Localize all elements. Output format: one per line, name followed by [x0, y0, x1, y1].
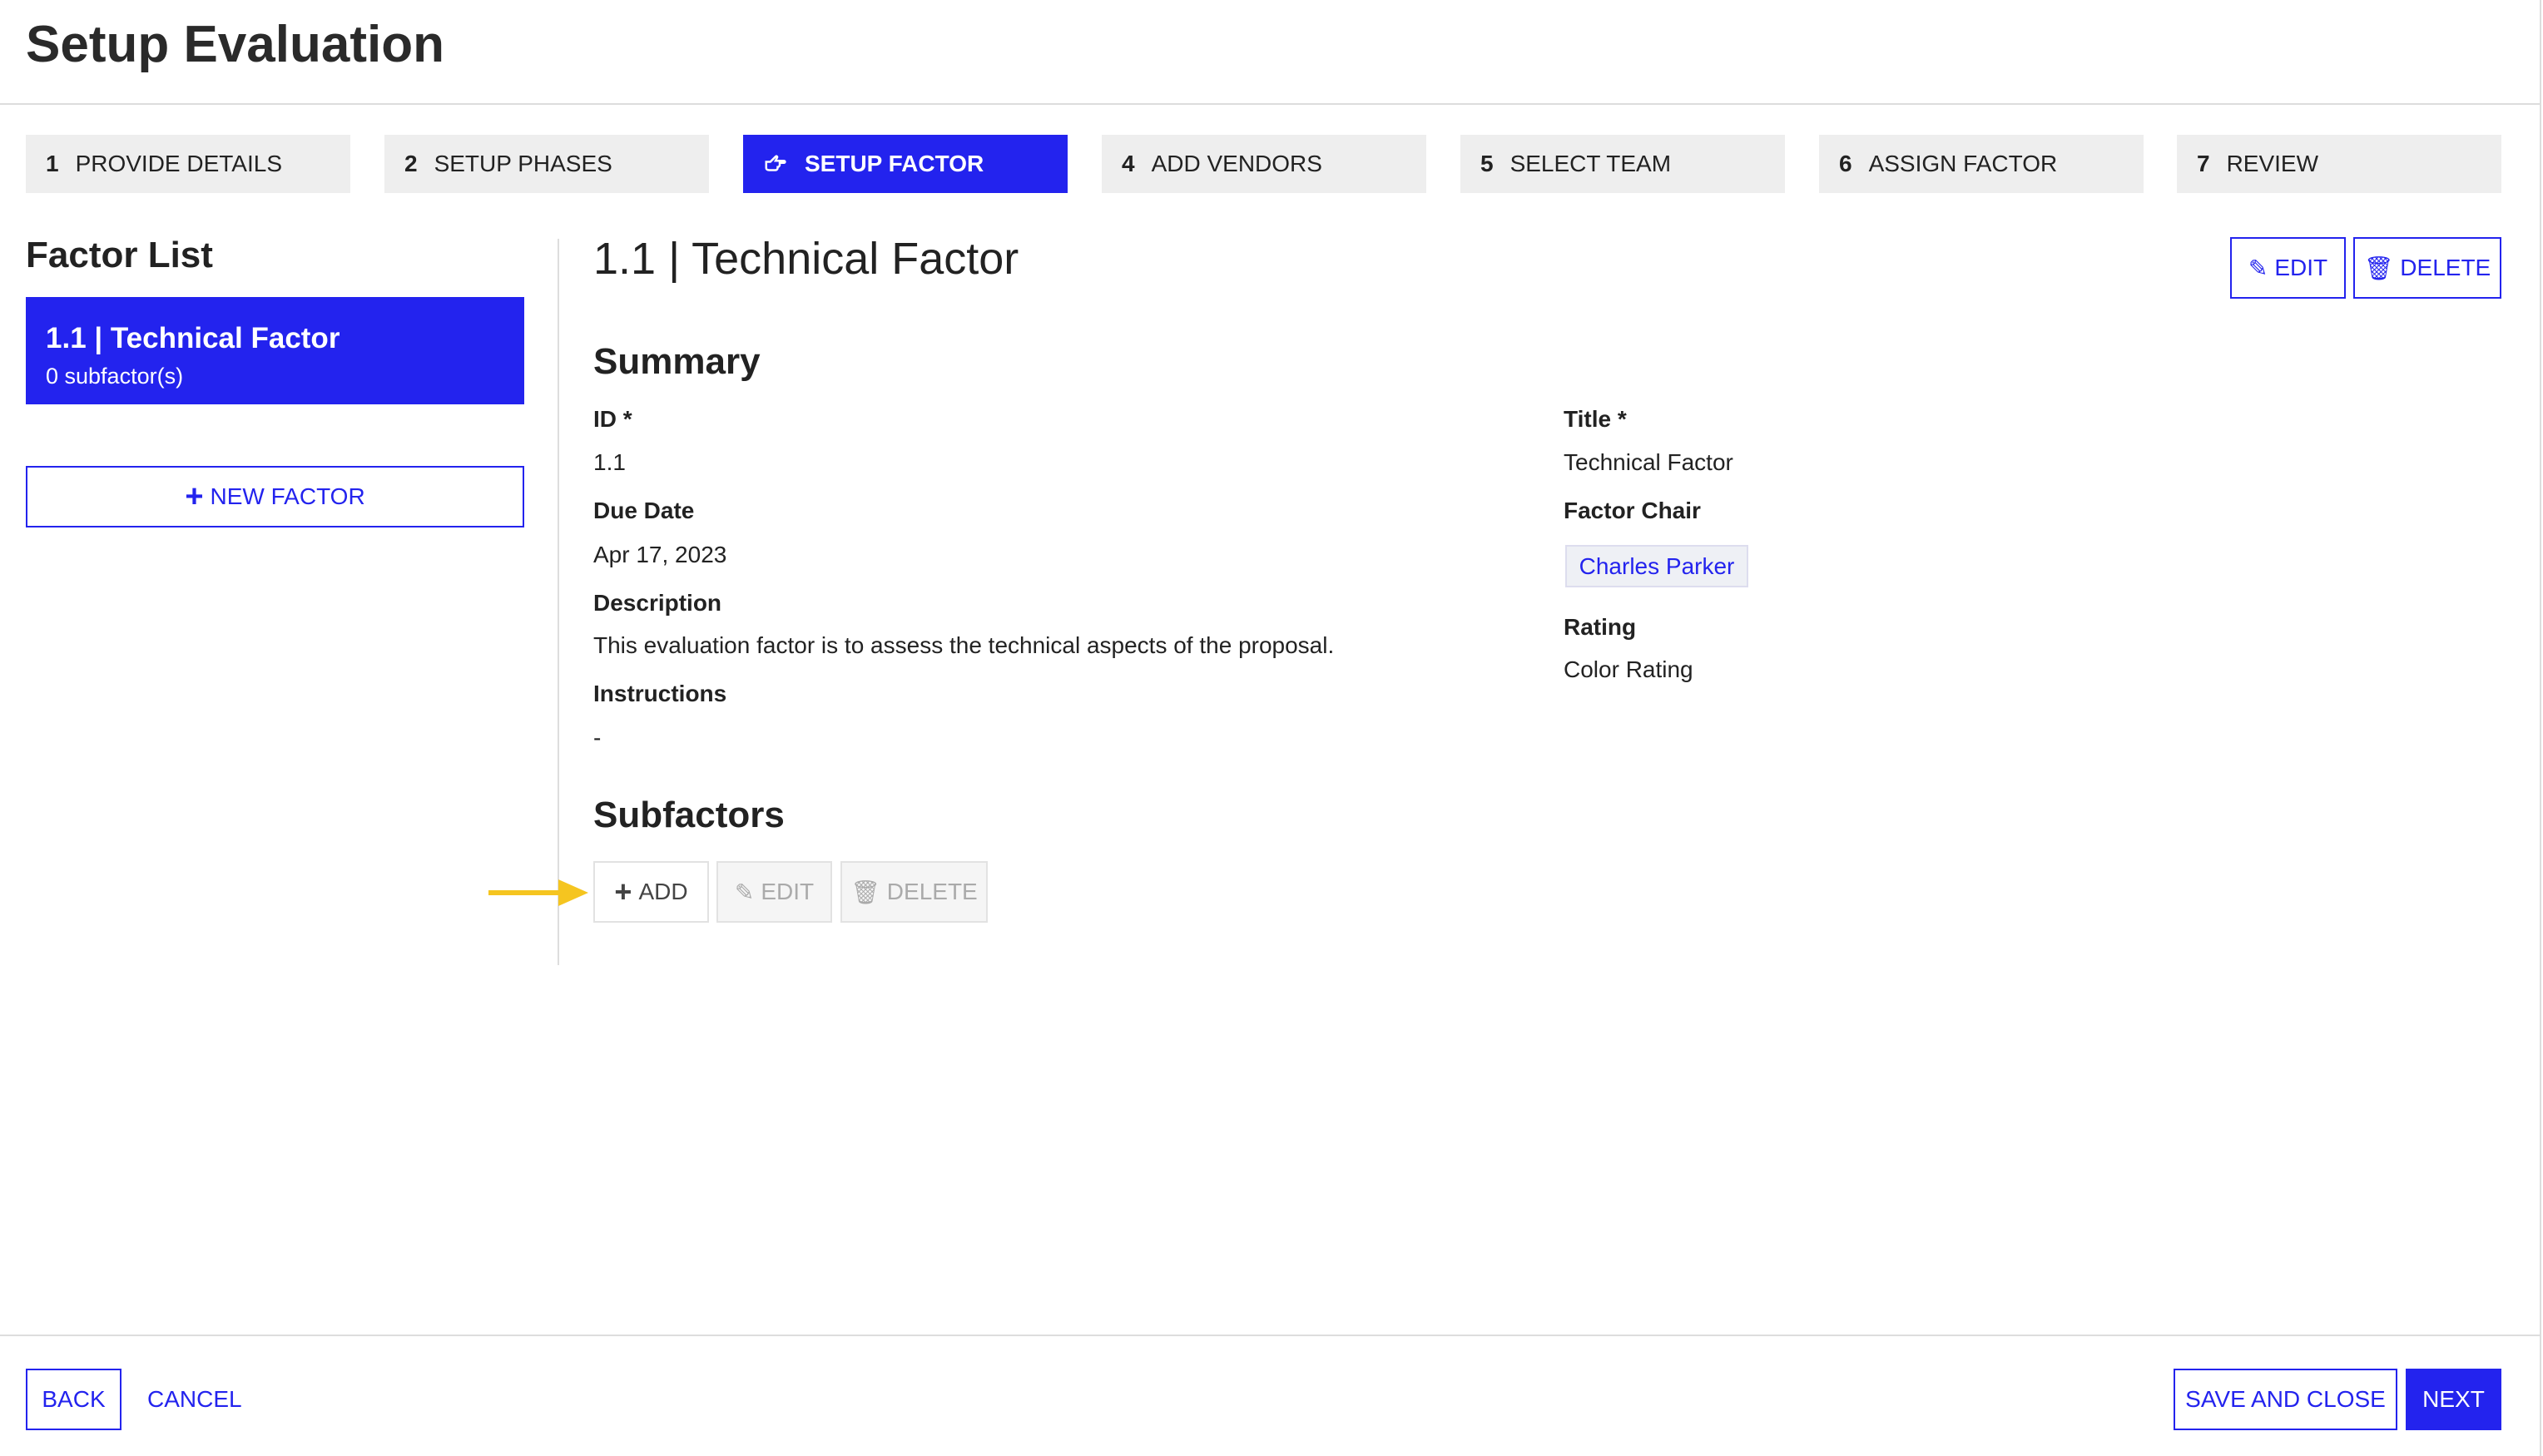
pencil-icon: ✎	[2248, 255, 2268, 281]
id-label: ID *	[593, 406, 632, 432]
rating-value: Color Rating	[1564, 656, 1693, 682]
factor-title: 1.1 | Technical Factor	[593, 234, 1019, 284]
step-select-team[interactable]: 5 SELECT TEAM	[1460, 135, 1785, 193]
step-label: SETUP FACTOR	[805, 151, 984, 176]
add-subfactor-button[interactable]: + ADD	[593, 861, 709, 923]
summary-heading: Summary	[593, 341, 761, 382]
step-number: 5	[1480, 151, 1494, 176]
next-button[interactable]: NEXT	[2406, 1369, 2501, 1430]
due-date-label: Due Date	[593, 498, 695, 523]
window-edge	[2540, 0, 2541, 1456]
step-label: SELECT TEAM	[1509, 151, 1672, 176]
hand-point-right-icon	[765, 155, 786, 171]
delete-factor-button[interactable]: 🗑 DELETE	[2353, 237, 2501, 299]
edit-subfactor-button[interactable]: ✎ EDIT	[716, 861, 832, 923]
plus-icon: +	[185, 478, 204, 514]
step-number: 2	[404, 151, 418, 176]
factor-item-title: 1.1 | Technical Factor	[46, 322, 340, 354]
trash-icon: 🗑	[2363, 255, 2394, 281]
new-factor-label: NEW FACTOR	[210, 483, 365, 509]
cancel-button[interactable]: CANCEL	[147, 1386, 242, 1413]
step-label: REVIEW	[2226, 151, 2319, 176]
factor-list-heading: Factor List	[26, 235, 213, 275]
step-number: 4	[1122, 151, 1135, 176]
step-assign-factor[interactable]: 6 ASSIGN FACTOR	[1819, 135, 2144, 193]
step-number: 6	[1839, 151, 1852, 176]
header-divider	[0, 103, 2540, 105]
pencil-icon: ✎	[734, 879, 755, 905]
new-factor-button[interactable]: + NEW FACTOR	[26, 466, 524, 527]
step-setup-factor[interactable]: SETUP FACTOR	[743, 135, 1068, 193]
step-setup-phases[interactable]: 2 SETUP PHASES	[384, 135, 709, 193]
step-label: SETUP PHASES	[434, 151, 612, 176]
footer-divider	[0, 1335, 2540, 1336]
add-label: ADD	[638, 879, 688, 904]
description-value: This evaluation factor is to assess the …	[593, 632, 1335, 658]
factor-chair-chip[interactable]: Charles Parker	[1565, 545, 1748, 587]
description-label: Description	[593, 590, 722, 616]
edit-label: EDIT	[761, 879, 815, 904]
step-review[interactable]: 7 REVIEW	[2177, 135, 2501, 193]
delete-label: DELETE	[886, 879, 978, 904]
save-and-close-button[interactable]: SAVE AND CLOSE	[2174, 1369, 2397, 1430]
subfactors-heading: Subfactors	[593, 795, 785, 835]
id-value: 1.1	[593, 449, 626, 475]
factor-chair-label: Factor Chair	[1564, 498, 1701, 523]
step-provide-details[interactable]: 1 PROVIDE DETAILS	[26, 135, 350, 193]
delete-label: DELETE	[2400, 255, 2491, 280]
factor-list-item[interactable]: 1.1 | Technical Factor 0 subfactor(s)	[26, 297, 524, 404]
step-label: PROVIDE DETAILS	[75, 151, 283, 176]
title-label: Title *	[1564, 406, 1627, 432]
step-number: 1	[46, 151, 59, 176]
title-value: Technical Factor	[1564, 449, 1733, 475]
step-label: ASSIGN FACTOR	[1868, 151, 2058, 176]
step-number: 7	[2197, 151, 2210, 176]
edit-factor-button[interactable]: ✎ EDIT	[2230, 237, 2346, 299]
factor-item-subtitle: 0 subfactor(s)	[46, 364, 184, 389]
instructions-label: Instructions	[593, 681, 727, 706]
edit-label: EDIT	[2274, 255, 2328, 280]
column-divider	[558, 239, 559, 965]
step-label: ADD VENDORS	[1151, 151, 1322, 176]
delete-subfactor-button[interactable]: 🗑 DELETE	[840, 861, 988, 923]
step-add-vendors[interactable]: 4 ADD VENDORS	[1102, 135, 1426, 193]
plus-icon: +	[614, 874, 632, 909]
trash-icon: 🗑	[850, 879, 880, 905]
arrow-annotation-icon	[488, 879, 588, 906]
instructions-value: -	[593, 725, 602, 750]
page-title: Setup Evaluation	[26, 16, 444, 73]
back-button[interactable]: BACK	[26, 1369, 121, 1430]
due-date-value: Apr 17, 2023	[593, 542, 727, 567]
rating-label: Rating	[1564, 614, 1637, 640]
